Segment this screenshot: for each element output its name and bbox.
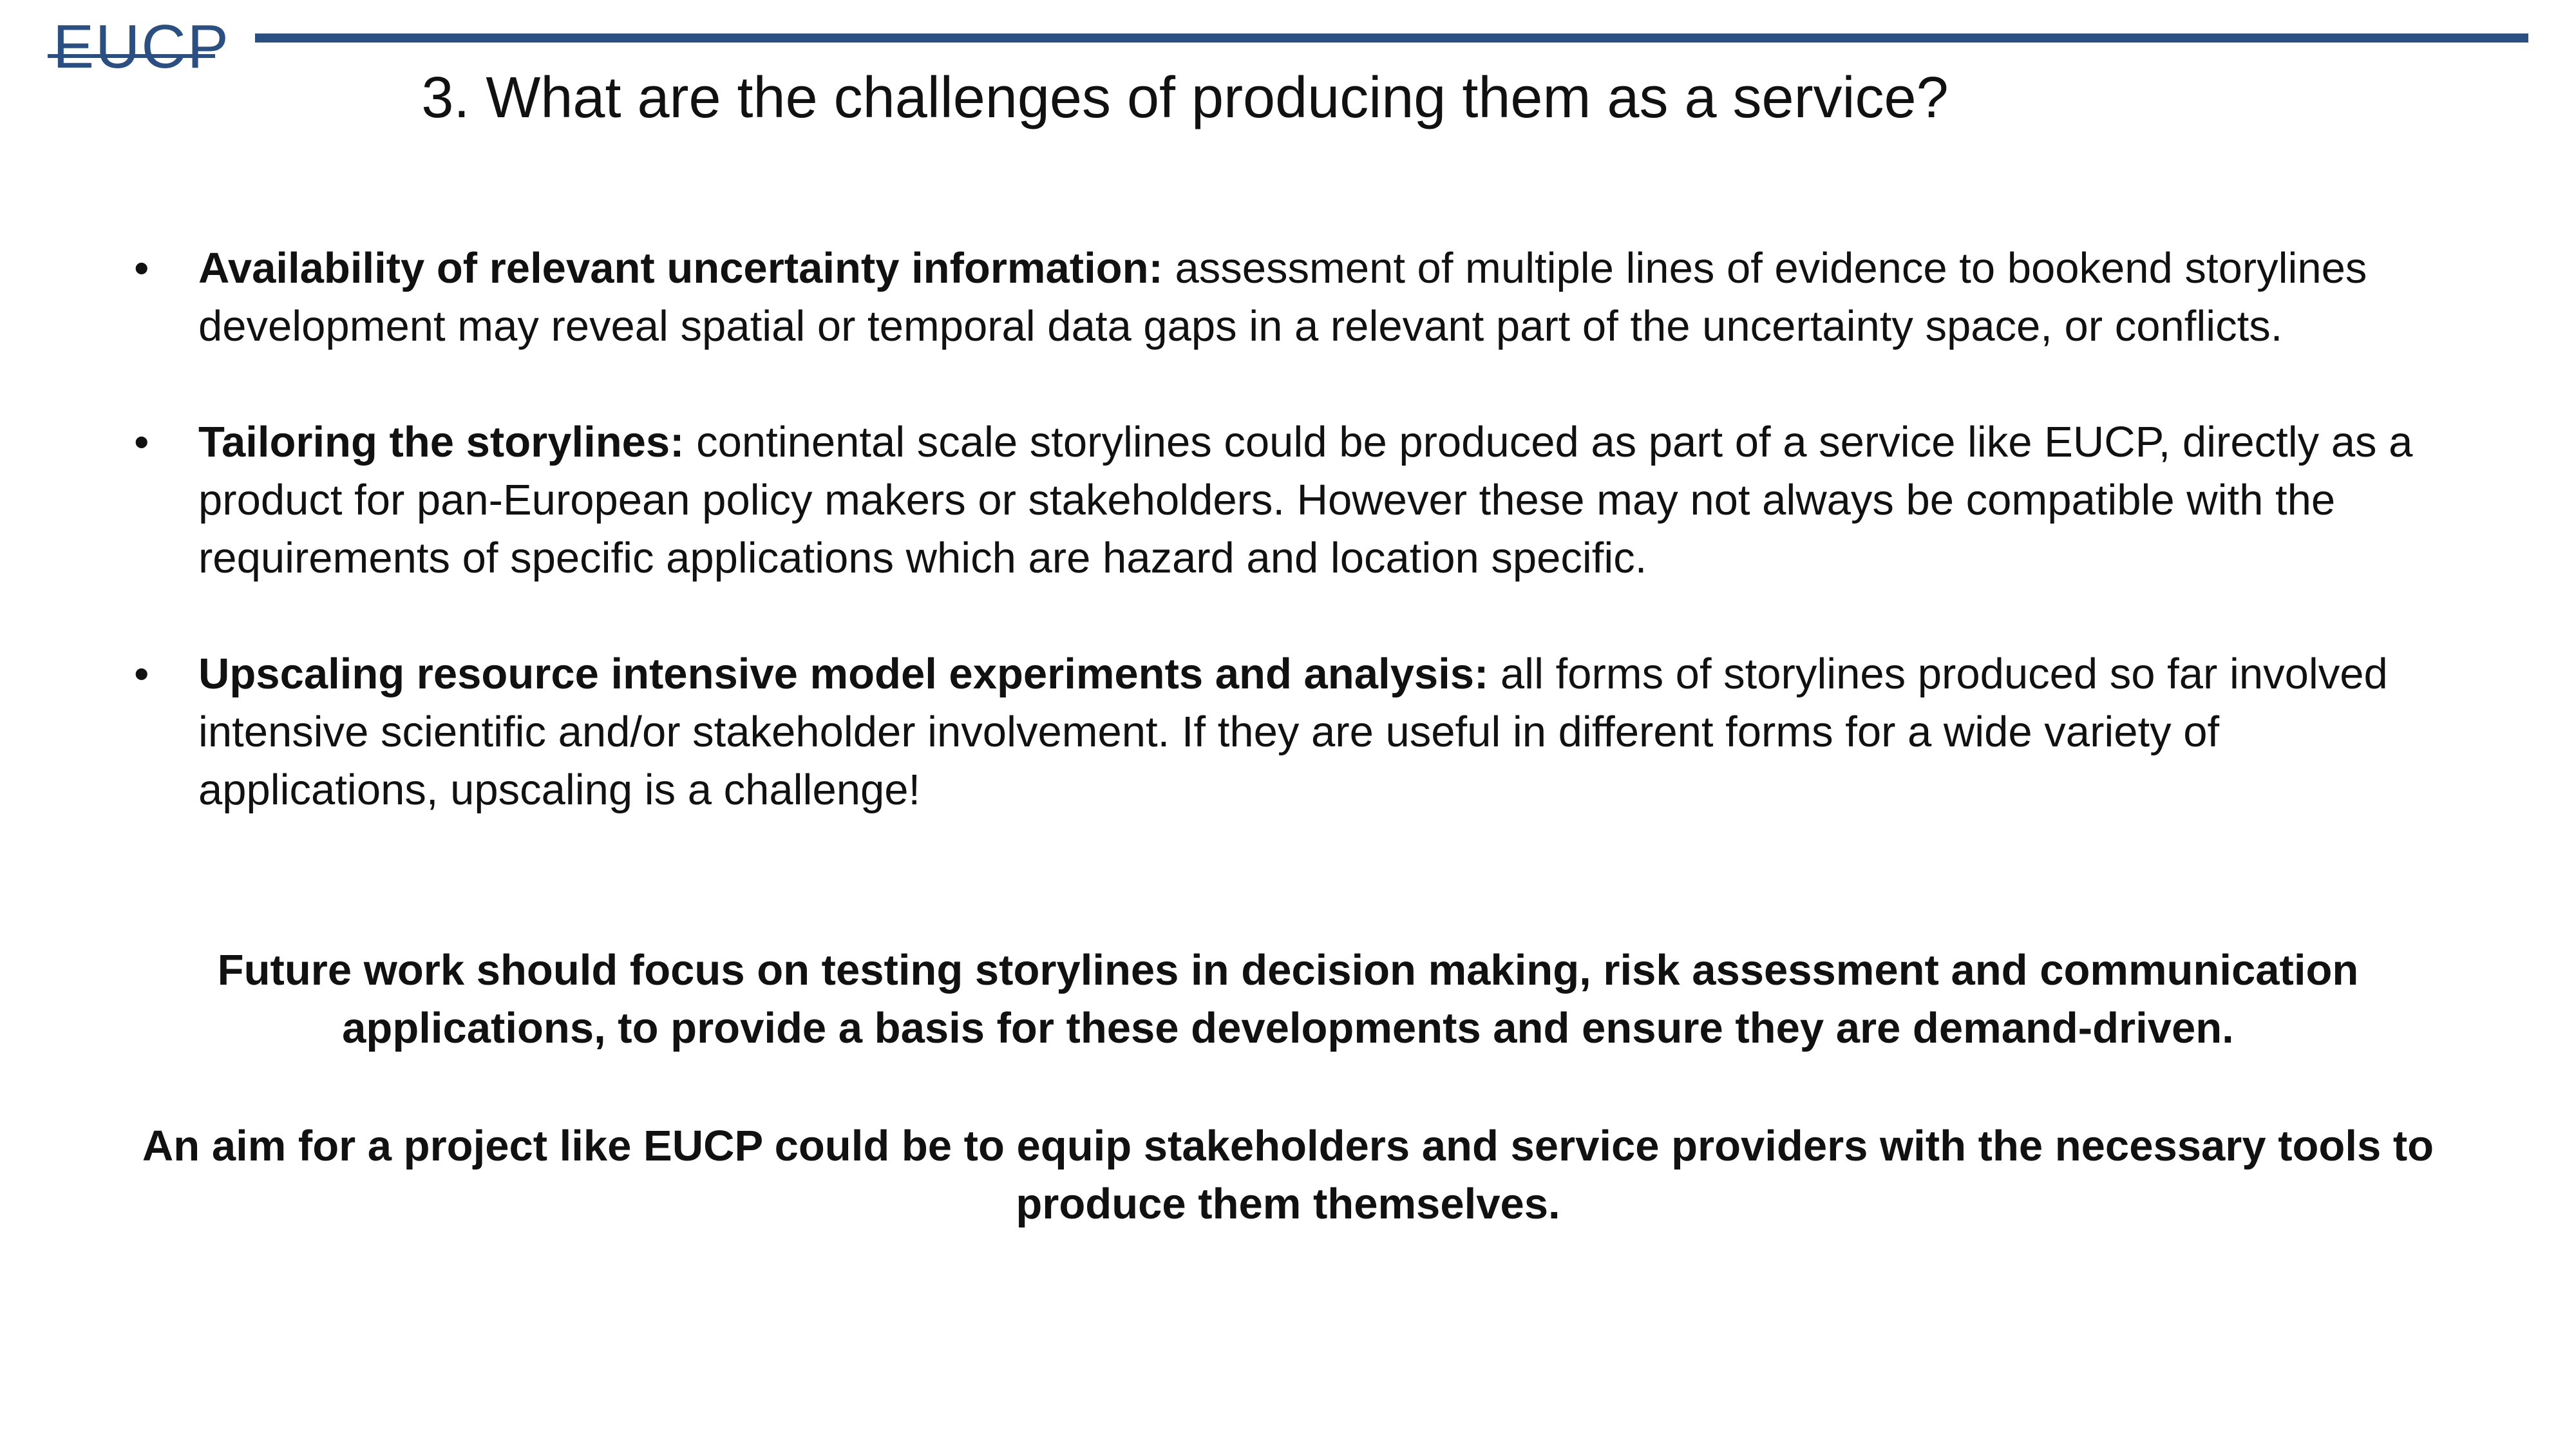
bullet-marker: • <box>134 650 149 698</box>
page-title: 3. What are the challenges of producing … <box>421 66 1949 130</box>
bullet-marker: • <box>134 244 149 292</box>
challenge-list: • Availability of relevant uncertainty i… <box>134 240 2427 877</box>
conclusion-project-aim: An aim for a project like EUCP could be … <box>142 1122 2434 1228</box>
conclusion-future-work: Future work should focus on testing stor… <box>217 946 2359 1052</box>
challenge-item-tailoring: • Tailoring the storylines: continental … <box>134 413 2427 587</box>
challenge-item-availability: • Availability of relevant uncertainty i… <box>134 240 2427 355</box>
bullet-title: Availability of relevant uncertainty inf… <box>198 244 1175 292</box>
bullet-marker: • <box>134 418 149 466</box>
challenge-item-upscaling: • Upscaling resource intensive model exp… <box>134 645 2427 819</box>
bullet-title: Tailoring the storylines: <box>198 418 697 466</box>
header-rule <box>255 33 2528 43</box>
logo-strike-line <box>48 54 215 58</box>
bullet-title: Upscaling resource intensive model exper… <box>198 650 1501 698</box>
